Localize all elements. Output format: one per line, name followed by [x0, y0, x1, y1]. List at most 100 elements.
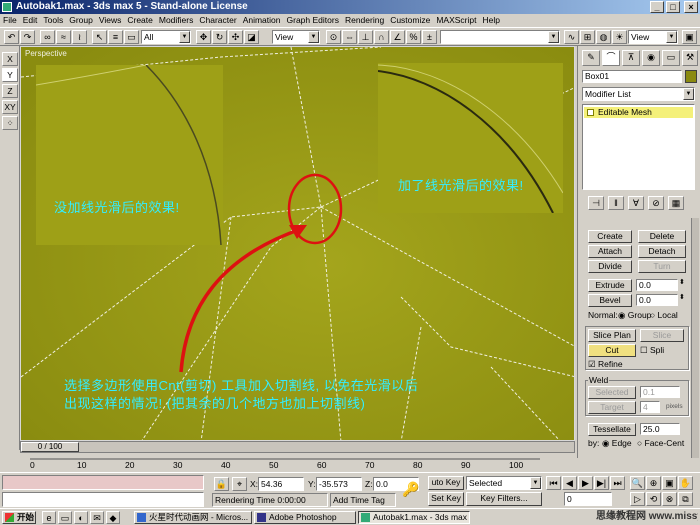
go-to-start-icon[interactable]: ⏮ [546, 476, 561, 490]
attach-button[interactable]: Attach [588, 245, 632, 258]
quicklaunch-ie-icon[interactable]: e [42, 511, 56, 524]
quicklaunch-app-icon[interactable]: ✉ [90, 511, 104, 524]
modifier-list-dropdown[interactable]: Modifier List ▼ [582, 87, 695, 101]
undo-icon[interactable]: ↶ [4, 30, 19, 44]
refine-checkbox[interactable]: ☑ Refine [588, 359, 623, 370]
axis-y-button[interactable]: Y [2, 68, 18, 82]
spinner-snap-icon[interactable]: ± [422, 30, 437, 44]
menu-modifiers[interactable]: Modifiers [156, 14, 196, 27]
y-coordinate-field[interactable]: -35.573 [316, 477, 362, 491]
key-filters-button[interactable]: Key Filters... [466, 492, 542, 506]
menu-help[interactable]: Help [480, 14, 503, 27]
align-icon[interactable]: ⊥ [358, 30, 373, 44]
go-to-end-icon[interactable]: ⏭ [610, 476, 625, 490]
make-unique-icon[interactable]: ∀ [628, 196, 644, 210]
bevel-button[interactable]: Bevel [588, 294, 632, 307]
zoom-icon[interactable]: 🔍 [630, 476, 645, 490]
menu-animation[interactable]: Animation [240, 14, 284, 27]
menu-tools[interactable]: Tools [40, 14, 66, 27]
bind-spacewarp-icon[interactable]: ≀ [72, 30, 87, 44]
menu-graph-editors[interactable]: Graph Editors [284, 14, 342, 27]
utilities-tab-icon[interactable]: ⚒ [682, 50, 698, 66]
menu-create[interactable]: Create [124, 14, 156, 27]
next-frame-icon[interactable]: ▶| [594, 476, 609, 490]
divide-button[interactable]: Divide [588, 260, 632, 273]
zoom-all-icon[interactable]: ⊕ [646, 476, 661, 490]
create-tab-icon[interactable]: ✎ [582, 50, 600, 66]
weld-target-button[interactable]: Target [588, 401, 636, 414]
edge-radio[interactable]: ◉ Edge [602, 438, 632, 449]
quicklaunch-media-icon[interactable]: ◐ [74, 511, 88, 524]
axis-x-button[interactable]: X [2, 52, 18, 66]
detach-button[interactable]: Detach [638, 245, 686, 258]
menu-character[interactable]: Character [196, 14, 239, 27]
snap-icon[interactable]: ∩ [374, 30, 389, 44]
menu-views[interactable]: Views [96, 14, 125, 27]
selection-filter-dropdown[interactable]: All ▼ [141, 30, 191, 44]
set-key-button[interactable]: Set Key [428, 492, 464, 506]
close-button[interactable]: × [684, 1, 698, 13]
material-editor-icon[interactable]: ◍ [596, 30, 611, 44]
orbit-icon[interactable]: ⊗ [662, 492, 677, 506]
time-slider-thumb[interactable]: 0 / 100 [21, 442, 79, 452]
local-radio[interactable]: ○ Local [650, 310, 678, 320]
maximize-button[interactable]: □ [666, 1, 680, 13]
previous-frame-icon[interactable]: ◀ [562, 476, 577, 490]
motion-tab-icon[interactable]: ◉ [642, 50, 660, 66]
curve-editor-icon[interactable]: ∿ [564, 30, 579, 44]
x-coordinate-field[interactable]: 54.36 [258, 477, 304, 491]
quicklaunch-desktop-icon[interactable]: ▭ [58, 511, 72, 524]
delete-button[interactable]: Delete [638, 230, 686, 243]
zoom-extents-icon[interactable]: ▣ [662, 476, 677, 490]
remove-modifier-icon[interactable]: ⊘ [648, 196, 664, 210]
weld-selected-button[interactable]: Selected [588, 386, 636, 399]
named-selection-dropdown[interactable]: ▼ [440, 30, 560, 44]
task-3dsmax[interactable]: Autobak1.max - 3ds max ... [358, 511, 470, 524]
time-slider-track[interactable]: 0 / 100 [20, 441, 575, 453]
quick-render-icon[interactable]: ▣ [682, 30, 697, 44]
render-scene-icon[interactable]: ☀ [612, 30, 627, 44]
show-end-result-icon[interactable]: ‖ [608, 196, 624, 210]
menu-file[interactable]: File [0, 14, 20, 27]
menu-edit[interactable]: Edit [20, 14, 41, 27]
hierarchy-tab-icon[interactable]: ⊼ [622, 50, 640, 66]
maxscript-listener[interactable] [2, 475, 204, 490]
modify-tab-icon[interactable]: ⌒ [602, 50, 620, 66]
reference-coord-dropdown[interactable]: View ▼ [272, 30, 320, 44]
face-center-radio[interactable]: ○ Face-Cent [637, 438, 684, 448]
display-tab-icon[interactable]: ▭ [662, 50, 680, 66]
auto-key-button[interactable]: uto Key [428, 476, 464, 490]
turn-button[interactable]: Turn [638, 260, 686, 273]
arc-rotate-icon[interactable]: ⟲ [646, 492, 661, 506]
object-color-swatch[interactable] [685, 70, 697, 83]
schematic-icon[interactable]: ⊞ [580, 30, 595, 44]
track-bar[interactable]: 0 10 20 30 40 50 60 70 80 90 100 [20, 455, 575, 472]
pivot-center-icon[interactable]: ⊙ [326, 30, 341, 44]
pin-stack-icon[interactable]: ⊣ [588, 196, 604, 210]
maximize-viewport-icon[interactable]: ⧉ [678, 492, 693, 506]
weld-threshold-field[interactable]: 0.1 [640, 386, 680, 398]
menu-group[interactable]: Group [66, 14, 96, 27]
quicklaunch-app2-icon[interactable]: ◆ [106, 511, 120, 524]
menu-customize[interactable]: Customize [387, 14, 433, 27]
task-browser[interactable]: 火星时代动画网 - Micros... [134, 511, 252, 524]
region-select-icon[interactable]: ▭ [124, 30, 139, 44]
start-button[interactable]: 开始 [2, 511, 36, 524]
unlink-icon[interactable]: ≈ [56, 30, 71, 44]
object-name-field[interactable]: Box01 [582, 70, 682, 83]
slice-plane-button[interactable]: Slice Plan [588, 329, 636, 342]
menu-rendering[interactable]: Rendering [342, 14, 387, 27]
panel-scrollbar[interactable] [691, 218, 699, 458]
tessellate-button[interactable]: Tessellate [588, 423, 636, 436]
pan-icon[interactable]: ✋ [678, 476, 693, 490]
select-by-name-icon[interactable]: ≡ [108, 30, 123, 44]
menu-maxscript[interactable]: MAXScript [433, 14, 479, 27]
minimize-button[interactable]: _ [650, 1, 664, 13]
bevel-amount-field[interactable]: 0.0 [636, 294, 678, 306]
bevel-spinner-icon[interactable]: ⬍ [679, 293, 685, 301]
perspective-viewport[interactable]: Perspective 没加线光滑后的效果! 加了线光滑后的效果! 选择多边形使… [20, 46, 575, 441]
play-icon[interactable]: ▶ [578, 476, 593, 490]
cut-button[interactable]: Cut [588, 344, 636, 357]
select-scale-icon[interactable]: ✣ [228, 30, 243, 44]
task-photoshop[interactable]: Adobe Photoshop [254, 511, 356, 524]
